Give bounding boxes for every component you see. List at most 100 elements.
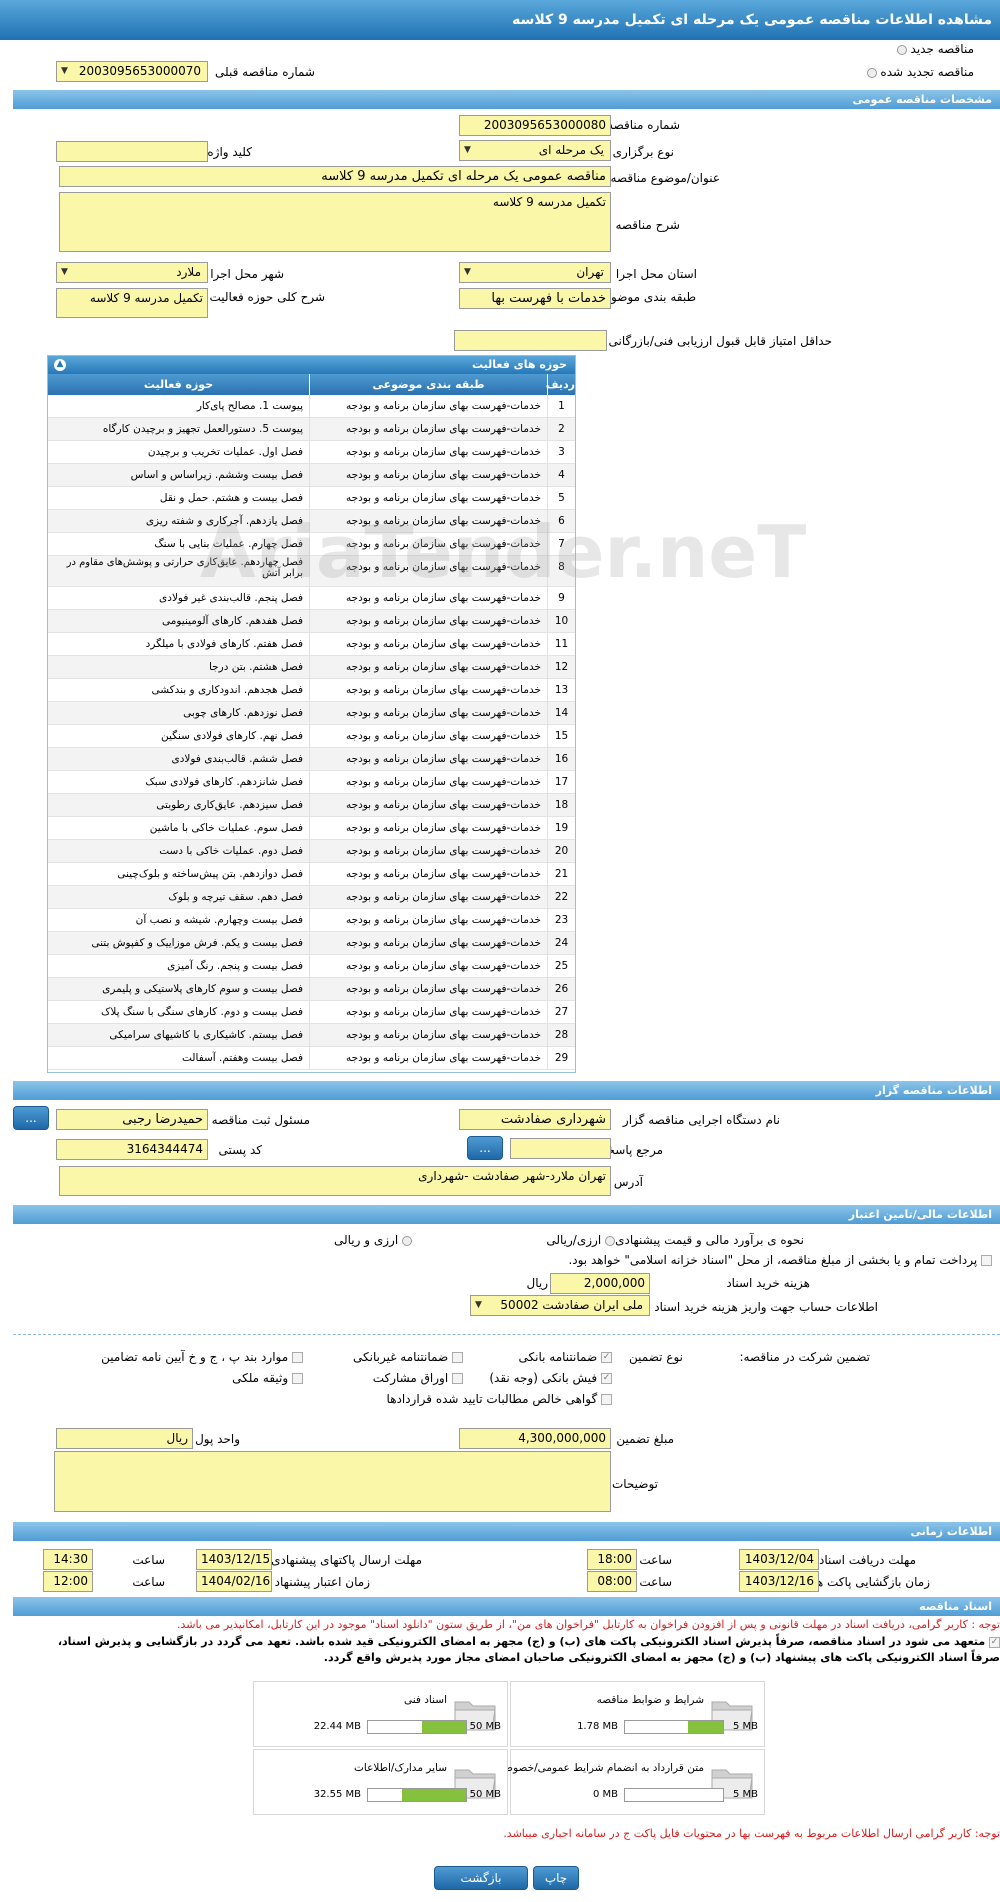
radio-new-circle[interactable] (896, 44, 907, 55)
guarantee-option-claims[interactable]: گواهی خالص مطالبات تایید شده قراردادها (387, 1392, 612, 1406)
reference-field[interactable] (510, 1138, 611, 1159)
city-select[interactable]: ملارد ▼ (56, 262, 208, 283)
responsible-field[interactable]: حمیدرضا رجبی (56, 1109, 208, 1130)
row-number: 12 (547, 656, 575, 678)
radio-currency-and-rial[interactable] (402, 1235, 412, 1246)
opening-time[interactable]: 08:00 (587, 1571, 637, 1592)
checkbox-property[interactable] (292, 1373, 303, 1384)
account-select[interactable]: ملی ایران صفادشت 50002 ▼ (470, 1295, 650, 1316)
document-tile[interactable]: شرایط و ضوابط مناقصه 5 MB 1.78 MB (510, 1681, 765, 1747)
row-number: 1 (547, 395, 575, 417)
checkbox-bank-receipt[interactable]: ✓ (601, 1373, 612, 1384)
checkbox-nonbank-guarantee[interactable] (452, 1352, 463, 1363)
radio-currency-rial[interactable] (605, 1235, 615, 1246)
table-row[interactable]: 20 خدمات-فهرست بهای سازمان برنامه و بودجه… (48, 840, 575, 863)
treasury-checkbox[interactable] (981, 1255, 992, 1266)
checkbox-bonds[interactable] (452, 1373, 463, 1384)
radio-renewed-circle[interactable] (866, 67, 877, 78)
keyword-field[interactable] (56, 141, 208, 162)
guarantee-option-bonds[interactable]: اوراق مشارکت (373, 1371, 463, 1385)
row-activity: فصل دوازدهم. بتن پیش‌ساخته و بلوک‌چینی (117, 868, 303, 880)
guarantee-amount-field[interactable]: 4,300,000,000 (459, 1428, 611, 1449)
guarantee-option-nonbank[interactable]: ضمانتنامه غیربانکی (353, 1350, 463, 1364)
table-row[interactable]: 24 خدمات-فهرست بهای سازمان برنامه و بودجه… (48, 932, 575, 955)
row-category: خدمات-فهرست بهای سازمان برنامه و بودجه (309, 1024, 547, 1046)
validity-date[interactable]: 1404/02/16 (196, 1571, 272, 1592)
document-tile[interactable]: متن قرارداد به انضمام شرایط عمومی/خصوصی 5… (495, 1749, 765, 1815)
guarantee-option-clauses[interactable]: موارد بند پ ، ج و خ آیین نامه تضامین (101, 1350, 303, 1364)
table-row[interactable]: 22 خدمات-فهرست بهای سازمان برنامه و بودجه… (48, 886, 575, 909)
validity-time[interactable]: 12:00 (43, 1571, 93, 1592)
table-row[interactable]: 28 خدمات-فهرست بهای سازمان برنامه و بودجه… (48, 1024, 575, 1047)
activities-grid-title: حوزه های فعالیت ▲ (48, 356, 575, 374)
table-row[interactable]: 21 خدمات-فهرست بهای سازمان برنامه و بودجه… (48, 863, 575, 886)
address-field[interactable]: تهران ملارد-شهر صفادشت -شهرداری (59, 1166, 611, 1196)
treasury-checkbox-row[interactable]: پرداخت تمام و یا بخشی از مبلغ مناقصه، از… (568, 1253, 992, 1267)
print-button[interactable]: چاپ (533, 1866, 579, 1890)
table-row[interactable]: 16 خدمات-فهرست بهای سازمان برنامه و بودجه… (48, 748, 575, 771)
table-row[interactable]: 13 خدمات-فهرست بهای سازمان برنامه و بودجه… (48, 679, 575, 702)
currency-unit-field[interactable]: ریال (56, 1428, 193, 1449)
commitment-checkbox[interactable]: ✓ (989, 1636, 1000, 1648)
tender-number-field[interactable]: 2003095653000080 (459, 115, 611, 136)
table-row[interactable]: 27 خدمات-فهرست بهای سازمان برنامه و بودجه… (48, 1001, 575, 1024)
guarantee-option-property[interactable]: وثیقه ملکی (232, 1371, 303, 1385)
scope-field[interactable]: تکمیل مدرسه 9 کلاسه (56, 288, 208, 318)
table-row[interactable]: 29 خدمات-فهرست بهای سازمان برنامه و بودجه… (48, 1047, 575, 1070)
org-name-field[interactable]: شهرداری صفادشت (459, 1109, 611, 1130)
table-row[interactable]: 17 خدمات-فهرست بهای سازمان برنامه و بودجه… (48, 771, 575, 794)
document-tile[interactable]: اسناد فنی 50 MB 22.44 MB (253, 1681, 508, 1747)
document-current-size: 32.55 MB (313, 1789, 361, 1800)
province-select[interactable]: تهران ▼ (459, 262, 611, 283)
table-row[interactable]: 14 خدمات-فهرست بهای سازمان برنامه و بودجه… (48, 702, 575, 725)
postal-code-field[interactable]: 3164344474 (56, 1139, 208, 1160)
table-row[interactable]: 12 خدمات-فهرست بهای سازمان برنامه و بودجه… (48, 656, 575, 679)
guarantee-option-bank[interactable]: ✓ ضمانتنامه بانکی (519, 1350, 612, 1364)
table-row[interactable]: 25 خدمات-فهرست بهای سازمان برنامه و بودجه… (48, 955, 575, 978)
send-deadline-date[interactable]: 1403/12/15 (196, 1549, 272, 1570)
table-row[interactable]: 1 خدمات-فهرست بهای سازمان برنامه و بودجه پ… (48, 395, 575, 418)
table-row[interactable]: 11 خدمات-فهرست بهای سازمان برنامه و بودجه… (48, 633, 575, 656)
collapse-icon[interactable]: ▲ (54, 359, 66, 371)
document-name: متن قرارداد به انضمام شرایط عمومی/خصوصی (495, 1762, 704, 1774)
receive-deadline-time[interactable]: 18:00 (587, 1549, 637, 1570)
estimate-option-currency-and-rial[interactable]: ارزی و ریالی (334, 1233, 412, 1247)
receive-deadline-date[interactable]: 1403/12/04 (739, 1549, 819, 1570)
checkbox-claims[interactable] (601, 1394, 612, 1405)
doc-cost-field[interactable]: 2,000,000 (550, 1273, 650, 1294)
subject-field[interactable]: مناقصه عمومی یک مرحله ای تکمیل مدرسه 9 ک… (59, 166, 611, 187)
table-row[interactable]: 10 خدمات-فهرست بهای سازمان برنامه و بودجه… (48, 610, 575, 633)
table-row[interactable]: 3 خدمات-فهرست بهای سازمان برنامه و بودجه ف… (48, 441, 575, 464)
table-row[interactable]: 2 خدمات-فهرست بهای سازمان برنامه و بودجه پ… (48, 418, 575, 441)
table-row[interactable]: 15 خدمات-فهرست بهای سازمان برنامه و بودجه… (48, 725, 575, 748)
back-button[interactable]: بازگشت (434, 1866, 528, 1890)
notes-field[interactable] (54, 1451, 611, 1512)
estimate-option-currency-rial[interactable]: ارزی/ریالی (546, 1233, 615, 1247)
min-score-field[interactable] (454, 330, 607, 351)
checkbox-clauses[interactable] (292, 1352, 303, 1363)
responsible-lookup-button[interactable]: ... (13, 1106, 49, 1130)
table-row[interactable]: 23 خدمات-فهرست بهای سازمان برنامه و بودجه… (48, 909, 575, 932)
table-row[interactable]: 26 خدمات-فهرست بهای سازمان برنامه و بودجه… (48, 978, 575, 1001)
row-activity: فصل هفتم. کارهای فولادی با میلگرد (145, 638, 303, 650)
prev-number-select[interactable]: 2003095653000070 ▼ (56, 61, 208, 82)
tender-type-select[interactable]: یک مرحله ای ▼ (459, 140, 611, 161)
opening-date[interactable]: 1403/12/16 (739, 1571, 819, 1592)
table-row[interactable]: 4 خدمات-فهرست بهای سازمان برنامه و بودجه ف… (48, 464, 575, 487)
category-field[interactable]: خدمات با فهرست بها (459, 288, 611, 309)
radio-new-tender[interactable]: مناقصه جدید (896, 42, 974, 56)
activities-grid-body[interactable]: 1 خدمات-فهرست بهای سازمان برنامه و بودجه پ… (48, 395, 575, 1072)
chevron-down-icon: ▼ (475, 1300, 482, 1310)
table-row[interactable]: 5 خدمات-فهرست بهای سازمان برنامه و بودجه ف… (48, 487, 575, 510)
description-field[interactable]: تکمیل مدرسه 9 کلاسه (59, 192, 611, 252)
radio-renewed-tender[interactable]: مناقصه تجدید شده (866, 65, 974, 79)
send-deadline-time[interactable]: 14:30 (43, 1549, 93, 1570)
reference-lookup-button[interactable]: ... (467, 1136, 503, 1160)
table-row[interactable]: 19 خدمات-فهرست بهای سازمان برنامه و بودجه… (48, 817, 575, 840)
document-progress-fill (421, 1721, 466, 1733)
guarantee-option-cash[interactable]: ✓ فیش بانکی (وجه نقد) (489, 1371, 612, 1385)
document-tile[interactable]: سایر مدارک/اطلاعات 50 MB 32.55 MB (253, 1749, 508, 1815)
checkbox-bank-guarantee[interactable]: ✓ (601, 1352, 612, 1363)
table-row[interactable]: 18 خدمات-فهرست بهای سازمان برنامه و بودجه… (48, 794, 575, 817)
row-category: خدمات-فهرست بهای سازمان برنامه و بودجه (309, 978, 547, 1000)
